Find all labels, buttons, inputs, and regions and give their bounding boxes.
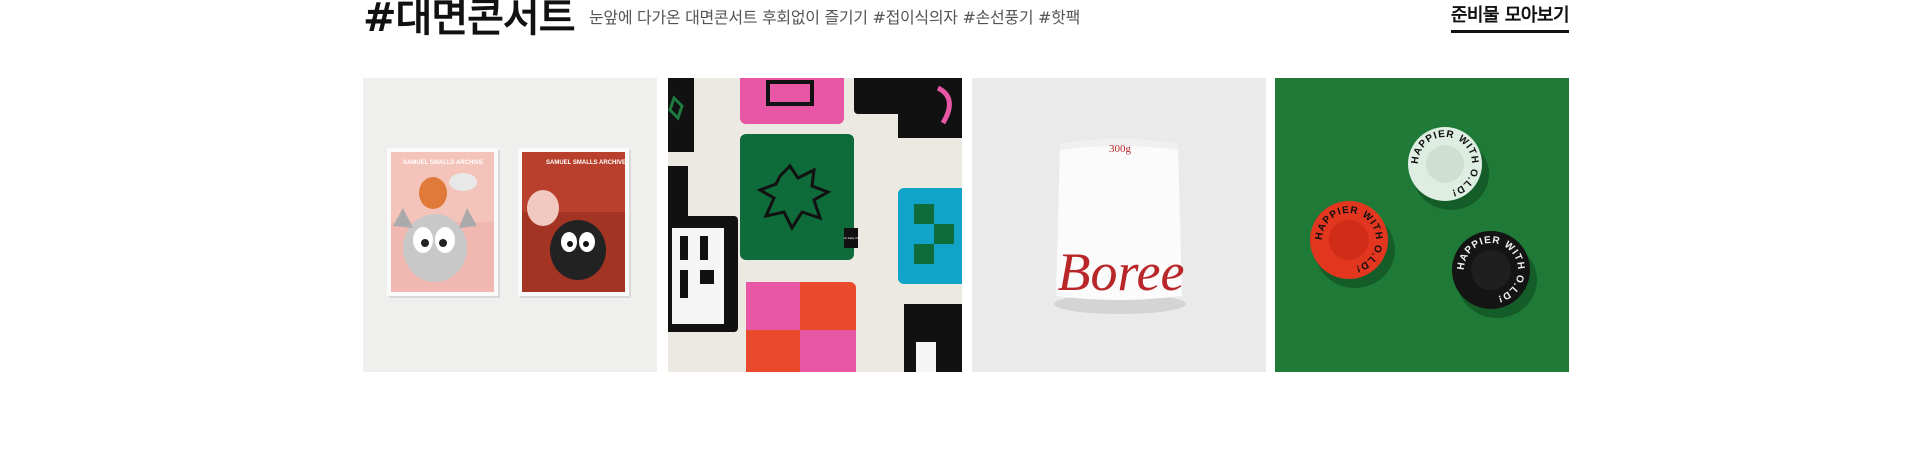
poster-1-text: SAMUEL SMALLS ARCHIVE xyxy=(403,160,483,166)
framed-posters-image: SAMUEL SMALLS ARCHIVE SAMUEL SMALLS ARCH… xyxy=(363,78,657,372)
product-card-coffee[interactable]: 300g Boree xyxy=(972,78,1266,372)
section-header: #대면콘서트 눈앞에 다가온 대면콘서트 후회없이 즐기기 #접이식의자 #손선… xyxy=(363,0,1570,44)
grips-image: HAPPIER WITH O.LD! HAPPIER WITH O.LD! HA… xyxy=(1275,78,1569,372)
poster-2-text: SAMUEL SMALLS ARCHIVE xyxy=(546,160,626,166)
product-grid: SAMUEL SMALLS ARCHIVE SAMUEL SMALLS ARCH… xyxy=(363,78,1569,372)
view-all-link[interactable]: 준비물 모아보기 xyxy=(1450,4,1570,33)
section-title: #대면콘서트 xyxy=(363,0,576,41)
product-card-knits[interactable]: oh baby oh xyxy=(668,78,962,372)
product-card-posters[interactable]: SAMUEL SMALLS ARCHIVE SAMUEL SMALLS ARCH… xyxy=(363,78,657,372)
section-subtitle: 눈앞에 다가온 대면콘서트 후회없이 즐기기 #접이식의자 #손선풍기 #핫팩 xyxy=(589,8,1081,27)
knit-tag-text: oh baby oh xyxy=(844,236,859,240)
coffee-weight-text: 300g xyxy=(1109,143,1132,155)
coffee-bag-image: 300g Boree xyxy=(972,78,1266,372)
knit-patches-image: oh baby oh xyxy=(668,78,962,372)
product-card-grips[interactable]: HAPPIER WITH O.LD! HAPPIER WITH O.LD! HA… xyxy=(1275,78,1569,372)
coffee-brand-text: Boree xyxy=(1058,242,1185,302)
